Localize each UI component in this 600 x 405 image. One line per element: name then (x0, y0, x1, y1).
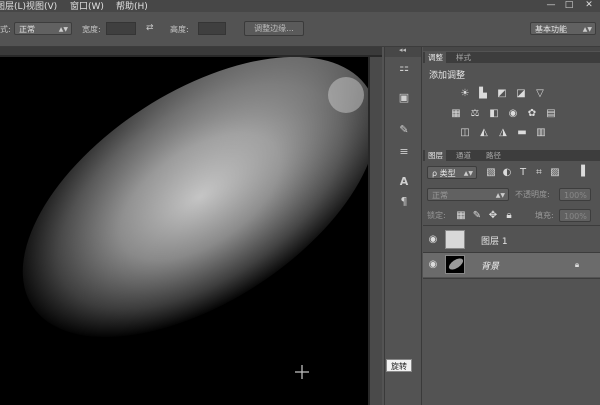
blend-mode-value: 正常 (432, 191, 448, 200)
refine-edge-button[interactable]: 调整边缘... (244, 21, 304, 36)
invert-icon[interactable]: ◫ (459, 127, 471, 138)
opacity-value: 100% (564, 191, 587, 200)
canvas[interactable] (0, 57, 368, 405)
workspace-value: 基本功能 (535, 25, 567, 34)
properties-icon[interactable]: ▣ (397, 91, 411, 105)
style-dropdown[interactable]: 正常 ▲▼ (14, 22, 72, 35)
divider (423, 225, 600, 226)
menu-view[interactable]: 视图(V) (26, 0, 57, 12)
lock-all-icon[interactable]: 🔒︎ (503, 210, 515, 221)
lock-transparency-icon[interactable]: ▦ (455, 210, 467, 221)
dropdown-arrow-icon: ▲▼ (582, 26, 592, 33)
fill-field[interactable]: 100% (559, 209, 591, 222)
tab-adjustments[interactable]: 调整 (425, 52, 446, 63)
layer-thumbnail (445, 230, 465, 249)
tab-paths[interactable]: 路径 (483, 150, 504, 161)
panel-dock-header (423, 47, 600, 51)
tab-channels[interactable]: 通道 (453, 150, 474, 161)
filter-smart-object-icon[interactable]: ▨ (549, 167, 561, 178)
photo-filter-icon[interactable]: ◉ (507, 108, 519, 119)
channel-mixer-icon[interactable]: ✿ (526, 108, 538, 119)
divider (423, 278, 600, 279)
close-icon[interactable]: ✕ (582, 0, 596, 10)
filter-toggle-icon[interactable]: ▌ (579, 166, 591, 177)
dropdown-arrow-icon: ▲▼ (58, 26, 68, 33)
dock-header: ◂◂ (385, 46, 421, 57)
color-lookup-icon[interactable]: ▤ (545, 108, 557, 119)
menu-bar: 图层(L) 视图(V) 窗口(W) 帮助(H) — □ ✕ (0, 0, 600, 12)
canvas-image (0, 57, 368, 405)
opacity-field[interactable]: 100% (559, 188, 591, 201)
lock-icon: 🔒︎ (574, 260, 580, 269)
panel-title: 添加调整 (429, 71, 466, 81)
layer-name: 背景 (481, 262, 500, 272)
vibrance-icon[interactable]: ▽ (534, 88, 546, 99)
eye-icon[interactable]: ◉ (427, 234, 439, 245)
adjustments-tabstrip: 调整 样式 (423, 52, 600, 63)
options-bar: 式: 正常 ▲▼ 宽度: ⇄ 高度: 调整边缘... 基本功能 ▲▼ (0, 12, 600, 47)
tooltip: 旋转 (386, 359, 412, 372)
right-panels: 调整 样式 添加调整 ☀ ▙ ◩ ◪ ▽ ▦ ⚖ ◧ ◉ ✿ ▤ ◫ ◭ ◮ ▬… (423, 47, 600, 405)
history-icon[interactable]: ⚏ (397, 61, 411, 75)
layer-row-selected[interactable]: ◉ 背景 🔒︎ (423, 253, 600, 277)
layer-filter-dropdown[interactable]: ρ 类型 ▲▼ (427, 166, 477, 179)
width-field[interactable] (106, 22, 136, 35)
eye-icon[interactable]: ◉ (427, 259, 439, 270)
filter-type-icon[interactable]: T (517, 167, 529, 178)
workspace-dropdown[interactable]: 基本功能 ▲▼ (530, 22, 596, 35)
hue-saturation-icon[interactable]: ▦ (450, 108, 462, 119)
layer-name: 图层 1 (481, 237, 508, 247)
exposure-icon[interactable]: ◪ (515, 88, 527, 99)
tab-layers[interactable]: 图层 (425, 150, 446, 161)
menu-layer[interactable]: 图层(L) (0, 0, 26, 12)
blend-mode-dropdown[interactable]: 正常 ▲▼ (427, 188, 509, 201)
curves-icon[interactable]: ◩ (496, 88, 508, 99)
height-field[interactable] (198, 22, 226, 35)
style-value: 正常 (19, 25, 35, 34)
dropdown-arrow-icon: ▲▼ (463, 170, 473, 177)
filter-value: ρ 类型 (432, 169, 456, 178)
color-balance-icon[interactable]: ⚖ (469, 108, 481, 119)
paragraph-icon[interactable]: ¶ (397, 195, 411, 209)
brightness-icon[interactable]: ☀ (459, 88, 471, 99)
width-label: 宽度: (82, 25, 101, 34)
levels-icon[interactable]: ▙ (477, 88, 489, 99)
brush-icon[interactable]: ✎ (397, 123, 411, 137)
layers-tabstrip: 图层 通道 路径 (423, 150, 600, 161)
style-label: 式: (0, 25, 11, 34)
document-tab-strip (0, 47, 382, 55)
tab-styles[interactable]: 样式 (453, 52, 474, 63)
lock-label: 锁定: (427, 211, 446, 220)
layer-thumbnail (445, 255, 465, 274)
lock-pixels-icon[interactable]: ✎ (471, 210, 483, 221)
vertical-scrollbar[interactable] (370, 57, 382, 405)
threshold-icon[interactable]: ◮ (497, 127, 509, 138)
layer-row[interactable]: ◉ 图层 1 (423, 228, 600, 252)
opacity-label: 不透明度: (515, 190, 550, 199)
fill-label: 填充: (535, 211, 554, 220)
swap-icon[interactable]: ⇄ (146, 23, 154, 33)
height-label: 高度: (170, 25, 189, 34)
collapse-icon[interactable]: ◂◂ (399, 46, 406, 54)
brush-presets-icon[interactable]: ≡ (397, 145, 411, 159)
thumbnail-image (448, 258, 464, 270)
menu-window[interactable]: 窗口(W) (70, 0, 104, 12)
selective-color-icon[interactable]: ▥ (535, 127, 547, 138)
lock-position-icon[interactable]: ✥ (487, 210, 499, 221)
filter-shape-icon[interactable]: ⌗ (533, 167, 545, 178)
dropdown-arrow-icon: ▲▼ (495, 192, 505, 199)
filter-adjustment-icon[interactable]: ◐ (501, 167, 513, 178)
maximize-icon[interactable]: □ (562, 0, 576, 10)
fill-value: 100% (564, 212, 587, 221)
gradient-map-icon[interactable]: ▬ (516, 127, 528, 138)
character-icon[interactable]: A (397, 175, 411, 189)
menu-help[interactable]: 帮助(H) (116, 0, 148, 12)
crosshair-cursor-icon (295, 365, 309, 379)
filter-pixel-icon[interactable]: ▧ (485, 167, 497, 178)
panel-dock-icons: ◂◂ ⚏ ▣ ✎ ≡ A ¶ (384, 46, 422, 405)
posterize-icon[interactable]: ◭ (478, 127, 490, 138)
minimize-icon[interactable]: — (544, 0, 558, 10)
black-white-icon[interactable]: ◧ (488, 108, 500, 119)
